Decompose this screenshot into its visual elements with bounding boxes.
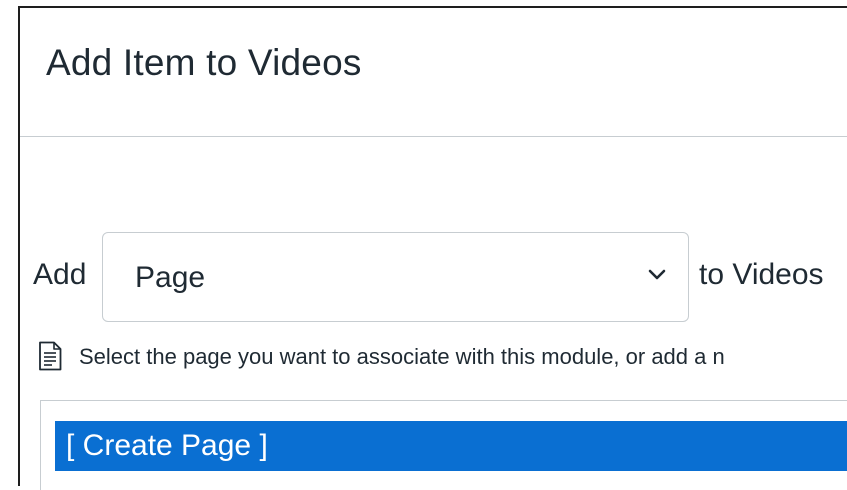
page-option-create-page[interactable]: [ Create Page ]: [55, 421, 847, 471]
page-icon: [39, 341, 62, 371]
add-item-row: Add Page to Videos: [20, 232, 847, 324]
page-hint: Select the page you want to associate wi…: [34, 338, 847, 374]
item-type-select[interactable]: Page: [102, 232, 689, 322]
add-item-dialog: Add Item to Videos Add Page to Videos Se…: [18, 6, 847, 490]
add-label: Add: [33, 258, 87, 291]
hint-text: Select the page you want to associate wi…: [79, 344, 725, 369]
to-module-label: to Videos: [699, 258, 824, 291]
chevron-down-icon: [648, 269, 666, 280]
dialog-title: Add Item to Videos: [46, 42, 362, 83]
page-option-label: [ Create Page ]: [66, 429, 268, 462]
dialog-header: Add Item to Videos: [20, 8, 847, 137]
item-type-select-value: Page: [135, 261, 206, 294]
